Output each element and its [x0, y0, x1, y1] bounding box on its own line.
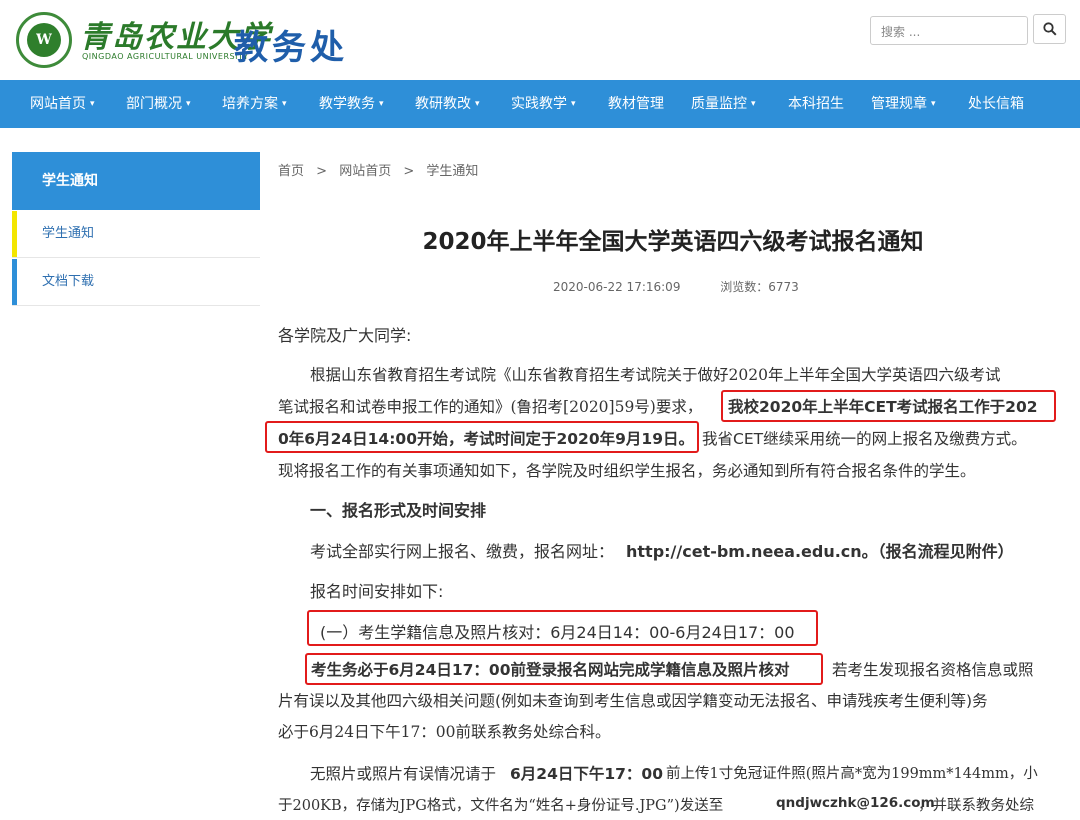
main-nav: 网站首页 ▾ 部门概况 ▾ 培养方案 ▾ 教学教务 ▾ 教研教改 ▾ 实践教学 ▾ 教材管理…: [0, 80, 1080, 128]
article-meta: 2020-06-22 17:16:09 浏览数：6773: [553, 278, 835, 295]
chevron-down-icon: ▾: [931, 99, 936, 109]
nav-label: 教学教务: [319, 96, 375, 112]
breadcrumb-level1[interactable]: 网站首页: [339, 164, 391, 179]
nav-label: 处长信箱: [968, 96, 1024, 112]
paragraph-6-line-2a: 于200KB，存储为JPG格式，文件名为“姓名+身份证号.JPG”)发送至: [278, 798, 724, 814]
chevron-down-icon: ▾: [379, 99, 384, 109]
nav-label: 网站首页: [30, 96, 86, 112]
view-count: 浏览数：6773: [720, 280, 799, 294]
chevron-down-icon: ▾: [282, 99, 287, 109]
paragraph-5-line-1b: 若考生发现报名资格信息或照: [832, 661, 1034, 679]
chevron-down-icon: ▾: [751, 99, 756, 109]
paragraph-1-line-2a: 笔试报名和试卷申报工作的通知》(鲁招考[2020]59号)要求，: [278, 398, 703, 416]
paragraph-5-line-1a: 考生务必于6月24日17：00前登录报名网站完成学籍信息及照片核对: [311, 661, 790, 679]
nav-item-home[interactable]: 网站首页 ▾: [30, 80, 95, 128]
nav-label: 质量监控: [691, 96, 747, 112]
paragraph-1-line-2b: 我校2020年上半年CET考试报名工作于202: [728, 398, 1038, 416]
nav-item-admissions[interactable]: 本科招生: [788, 80, 844, 128]
paragraph-6-line-2c: ，并联系教务处综: [918, 798, 1034, 814]
paragraph-6-line-1c: 前上传1寸免冠证件照(照片高*宽为199mm*144mm，小: [666, 766, 1038, 782]
breadcrumb-level2[interactable]: 学生通知: [426, 164, 478, 179]
paragraph-5-line-3: 必于6月24日下午17：00前联系教务处综合科。: [278, 723, 611, 741]
nav-item-regulations[interactable]: 管理规章 ▾: [871, 80, 936, 128]
paragraph-6-line-1a: 无照片或照片有误情况请于: [310, 765, 497, 783]
chevron-down-icon: ▾: [186, 99, 191, 109]
logo-badge: W: [27, 23, 61, 57]
breadcrumb-home[interactable]: 首页: [278, 164, 304, 179]
paragraph-1-line-1: 根据山东省教育招生考试院《山东省教育招生考试院关于做好2020年上半年全国大学英…: [310, 366, 1001, 384]
chevron-down-icon: ▾: [571, 99, 576, 109]
section-heading-1: 一、报名形式及时间安排: [310, 501, 487, 520]
nav-item-practice[interactable]: 实践教学 ▾: [511, 80, 576, 128]
sidebar-item-downloads[interactable]: 文档下载: [12, 259, 260, 306]
nav-item-curriculum[interactable]: 培养方案 ▾: [222, 80, 287, 128]
paragraph-1-line-3a: 0年6月24日14:00开始，考试时间定于2020年9月19日。: [278, 430, 694, 448]
search-icon: [1043, 22, 1057, 36]
nav-item-quality[interactable]: 质量监控 ▾: [691, 80, 756, 128]
nav-label: 实践教学: [511, 96, 567, 112]
nav-label: 本科招生: [788, 96, 844, 112]
paragraph-1-line-4: 现将报名工作的有关事项通知如下，各学院及时组织学生报名，务必通知到所有符合报名条…: [278, 462, 976, 480]
publish-date: 2020-06-22 17:16:09: [553, 280, 681, 294]
sidebar-item-label: 文档下载: [42, 274, 95, 289]
site-header: W 青岛农业大学 QINGDAO AGRICULTURAL UNIVERSITY…: [0, 0, 1080, 80]
greeting: 各学院及广大同学:: [278, 326, 412, 345]
paragraph-3: 报名时间安排如下:: [310, 582, 444, 601]
chevron-down-icon: ▾: [475, 99, 480, 109]
item-indicator: [12, 259, 17, 305]
paragraph-4: (一）考生学籍信息及照片核对：6月24日14：00-6月24日17：00: [320, 623, 795, 642]
sidebar-title: 学生通知: [12, 152, 260, 210]
sidebar-item-label: 学生通知: [42, 226, 95, 241]
nav-label: 教研教改: [415, 96, 471, 112]
paragraph-1-line-3b: 我省CET继续采用统一的网上报名及缴费方式。: [702, 430, 1027, 448]
nav-item-textbooks[interactable]: 教材管理: [608, 80, 664, 128]
search-input[interactable]: 搜索 ...: [870, 16, 1028, 45]
search-button[interactable]: [1033, 14, 1066, 44]
department-title[interactable]: 教务处: [234, 20, 348, 69]
paragraph-5-line-2: 片有误以及其他四六级相关问题(例如未查询到考生信息或因学籍变动无法报名、申请残疾…: [278, 692, 988, 710]
nav-label: 部门概况: [126, 96, 182, 112]
article-title: 2020年上半年全国大学英语四六级考试报名通知: [422, 229, 924, 255]
nav-item-research[interactable]: 教研教改 ▾: [415, 80, 480, 128]
sidebar-item-student-notice[interactable]: 学生通知: [12, 211, 260, 258]
paragraph-6-line-1b: 6月24日下午17：00: [510, 765, 663, 783]
paragraph-2a: 考试全部实行网上报名、缴费，报名网址：: [310, 542, 615, 561]
breadcrumb-separator: >: [316, 164, 328, 179]
nav-label: 管理规章: [871, 96, 927, 112]
contact-email[interactable]: qndjwczhk@126.com: [776, 795, 935, 811]
nav-item-teaching[interactable]: 教学教务 ▾: [319, 80, 384, 128]
breadcrumb: 首页 > 网站首页 > 学生通知: [278, 160, 486, 179]
nav-label: 教材管理: [608, 96, 664, 112]
university-name-en: QINGDAO AGRICULTURAL UNIVERSITY: [82, 52, 249, 61]
registration-url[interactable]: http://cet-bm.neea.edu.cn。（报名流程见附件）: [626, 538, 1014, 562]
active-indicator: [12, 211, 17, 257]
breadcrumb-separator: >: [403, 164, 415, 179]
nav-item-overview[interactable]: 部门概况 ▾: [126, 80, 191, 128]
chevron-down-icon: ▾: [90, 99, 95, 109]
nav-label: 培养方案: [222, 96, 278, 112]
nav-item-mailbox[interactable]: 处长信箱: [968, 80, 1024, 128]
university-seal-logo[interactable]: W: [16, 12, 72, 68]
